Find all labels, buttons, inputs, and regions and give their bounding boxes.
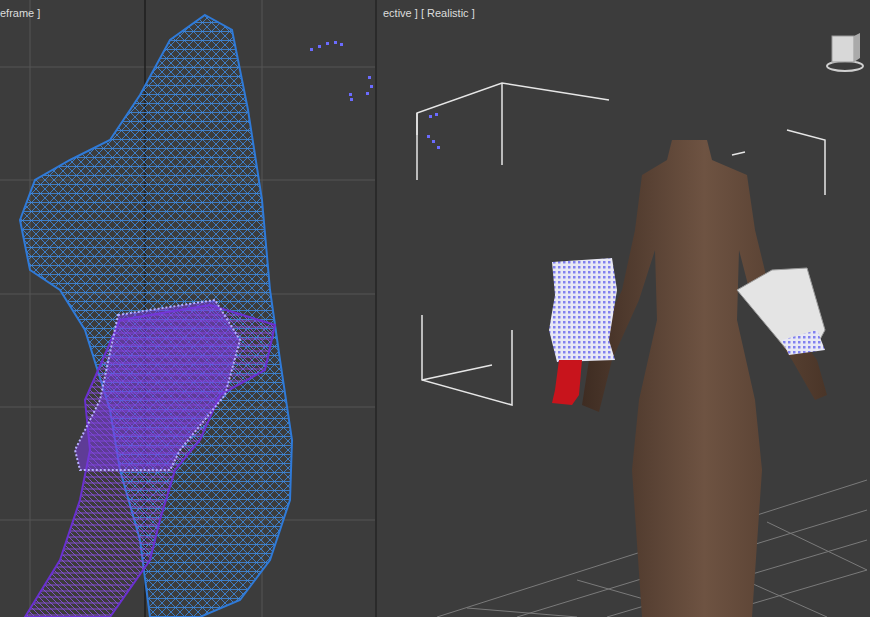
viewport[interactable]: ective ] [ Realistic ] <box>377 0 870 617</box>
left-gauntlet-piece[interactable] <box>552 360 582 405</box>
vertex-dots <box>427 113 440 149</box>
viewport-label[interactable]: ective ] [ Realistic ] <box>383 6 479 20</box>
viewcube-icon[interactable] <box>827 33 863 71</box>
left-gauntlet[interactable] <box>549 258 617 362</box>
wireframe-scene[interactable] <box>0 0 377 617</box>
grid-lines <box>0 0 377 617</box>
vertex-dots <box>310 41 373 101</box>
viewport-area: eframe ] ective ] [ Realistic ] <box>0 0 870 617</box>
shaded-scene[interactable] <box>377 0 868 617</box>
figure-body[interactable] <box>582 140 827 617</box>
wireframe-gauntlet[interactable] <box>75 300 240 470</box>
bounding-box <box>417 83 825 405</box>
wireframe-body[interactable] <box>20 15 292 617</box>
right-gauntlet-trim <box>782 330 825 355</box>
viewport[interactable]: eframe ] <box>0 0 377 617</box>
viewport-label[interactable]: eframe ] <box>0 6 44 20</box>
